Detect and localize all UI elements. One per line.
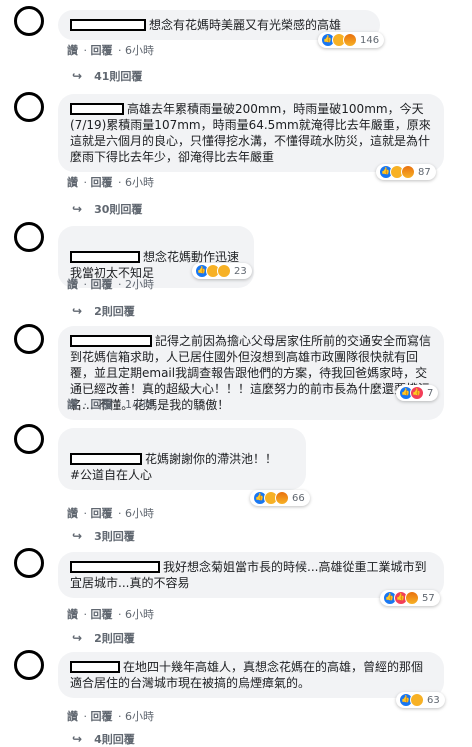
like-link[interactable]: 讚 (67, 608, 78, 621)
timestamp[interactable]: 1小時 (125, 398, 154, 411)
reaction-count: 66 (292, 492, 305, 504)
angry-icon (343, 33, 357, 47)
reply-link[interactable]: 回覆 (91, 278, 113, 291)
timestamp[interactable]: 6小時 (125, 710, 154, 723)
comment-bubble: 花媽謝謝你的滯洪池！！ #公道自在人心 (58, 428, 306, 490)
view-replies[interactable]: ↪ 2則回覆 (72, 303, 135, 319)
reply-link[interactable]: 回覆 (91, 176, 113, 189)
view-replies[interactable]: ↪ 2則回覆 (72, 630, 135, 646)
reaction-count: 7 (427, 387, 434, 399)
reaction-summary[interactable]: 7 (396, 385, 439, 401)
view-replies[interactable]: ↪ 4則回覆 (72, 731, 135, 747)
timestamp[interactable]: 6小時 (125, 608, 154, 621)
redacted-name[interactable] (70, 335, 152, 347)
like-link[interactable]: 讚 (67, 398, 78, 411)
reply-link[interactable]: 回覆 (91, 507, 113, 520)
redacted-name[interactable] (70, 453, 142, 465)
timestamp[interactable]: 6小時 (125, 176, 154, 189)
reply-arrow-icon: ↪ (72, 69, 83, 83)
like-link[interactable]: 讚 (67, 176, 78, 189)
comment-actions: 讚 · 回覆 · 6小時 (67, 507, 154, 520)
redacted-name[interactable] (70, 103, 124, 115)
avatar[interactable] (14, 92, 44, 122)
reply-link[interactable]: 回覆 (91, 398, 113, 411)
timestamp[interactable]: 2小時 (125, 278, 154, 291)
reaction-count: 57 (422, 592, 435, 604)
angry-icon (275, 491, 289, 505)
comment-actions: 讚 · 回覆 · 6小時 (67, 176, 154, 189)
avatar[interactable] (14, 424, 44, 454)
like-link[interactable]: 讚 (67, 507, 78, 520)
replies-count: 4則回覆 (94, 733, 135, 746)
avatar[interactable] (14, 650, 44, 680)
reaction-count: 63 (427, 694, 440, 706)
reaction-summary[interactable]: 63 (396, 692, 445, 708)
replies-count: 2則回覆 (94, 305, 135, 318)
angry-icon (405, 591, 419, 605)
redacted-name[interactable] (70, 251, 140, 263)
view-replies[interactable]: ↪ 3則回覆 (72, 528, 135, 544)
comment-text: 想念有花媽時美麗又有光榮感的高雄 (149, 18, 342, 32)
haha-icon (217, 264, 231, 278)
avatar[interactable] (14, 548, 44, 578)
reply-arrow-icon: ↪ (72, 732, 83, 746)
timestamp[interactable]: 6小時 (125, 44, 154, 57)
like-link[interactable]: 讚 (67, 44, 78, 57)
reaction-summary[interactable]: 87 (376, 164, 436, 180)
comment-bubble: 在地四十幾年高雄人，真想念花媽在的高雄，曾經的那個適合居住的台灣城市現在被搞的烏… (58, 652, 444, 698)
reply-link[interactable]: 回覆 (91, 44, 113, 57)
avatar[interactable] (14, 324, 44, 354)
angry-icon (401, 165, 415, 179)
comment-actions: 讚 · 回覆 · 6小時 (67, 44, 154, 57)
avatar[interactable] (14, 6, 44, 36)
redacted-name[interactable] (70, 661, 120, 673)
reaction-count: 23 (234, 265, 247, 277)
reaction-summary[interactable]: 23 (192, 263, 252, 279)
replies-count: 3則回覆 (94, 530, 135, 543)
reaction-count: 146 (360, 34, 380, 46)
reply-arrow-icon: ↪ (72, 631, 83, 645)
like-link[interactable]: 讚 (67, 710, 78, 723)
comment-actions: 讚 · 回覆 · 6小時 (67, 608, 154, 621)
reply-arrow-icon: ↪ (72, 529, 83, 543)
reaction-summary[interactable]: 57 (380, 590, 440, 606)
reply-arrow-icon: ↪ (72, 304, 83, 318)
love-icon (410, 386, 424, 400)
comment-text: 高雄去年累積雨量破200mm，時雨量破100mm，今天(7/19)累積雨量107… (70, 102, 431, 164)
view-replies[interactable]: ↪ 30則回覆 (72, 201, 142, 217)
reply-link[interactable]: 回覆 (91, 608, 113, 621)
redacted-name[interactable] (70, 561, 160, 573)
redacted-name[interactable] (70, 19, 146, 31)
comment-text: 在地四十幾年高雄人，真想念花媽在的高雄，曾經的那個適合居住的台灣城市現在被搞的烏… (70, 660, 424, 690)
like-link[interactable]: 讚 (67, 278, 78, 291)
replies-count: 30則回覆 (94, 203, 143, 216)
reaction-summary[interactable]: 146 (318, 32, 385, 48)
comment-actions: 讚 · 回覆 · 1小時 (67, 398, 154, 411)
reaction-summary[interactable]: 66 (250, 490, 310, 506)
sad-icon (410, 693, 424, 707)
replies-count: 41則回覆 (94, 70, 143, 83)
reply-arrow-icon: ↪ (72, 202, 83, 216)
comment-bubble: 高雄去年累積雨量破200mm，時雨量破100mm，今天(7/19)累積雨量107… (58, 94, 444, 172)
reply-link[interactable]: 回覆 (91, 710, 113, 723)
comment-actions: 讚 · 回覆 · 2小時 (67, 278, 154, 291)
reaction-count: 87 (418, 166, 431, 178)
avatar[interactable] (14, 222, 44, 252)
replies-count: 2則回覆 (94, 632, 135, 645)
view-replies[interactable]: ↪ 41則回覆 (72, 68, 142, 84)
comment-actions: 讚 · 回覆 · 6小時 (67, 710, 154, 723)
timestamp[interactable]: 6小時 (125, 507, 154, 520)
